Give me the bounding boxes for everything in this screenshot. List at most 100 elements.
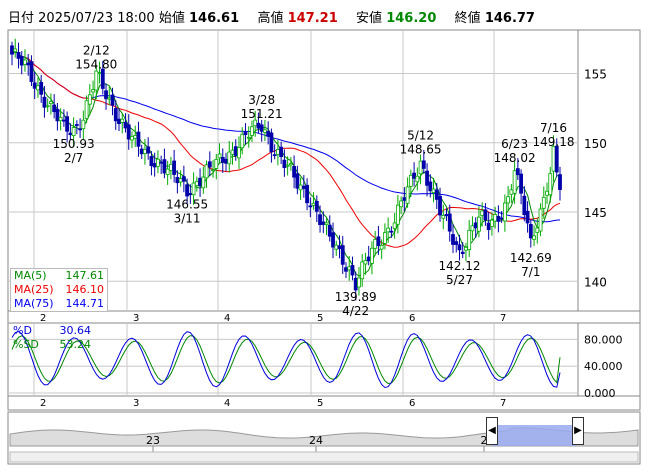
month-tick-label: 2: [40, 313, 46, 324]
candle-body: [165, 168, 170, 175]
stoch-month-tick-label: 3: [133, 398, 139, 409]
candle-body: [269, 132, 274, 153]
candle-body: [81, 119, 86, 130]
candle-body: [305, 184, 309, 204]
ma25-legend-row: MA(25) 146.10: [14, 283, 104, 296]
stoch-tick-label: 0.000: [584, 387, 616, 400]
candle-body: [230, 149, 235, 155]
candle-body: [431, 188, 436, 193]
candle-body: [263, 129, 267, 133]
candle-body: [399, 200, 404, 208]
candle-body: [470, 225, 475, 232]
pct-sd-line: [11, 335, 561, 385]
annotation-date: 2/12: [83, 43, 110, 57]
candle-body: [288, 163, 293, 166]
candle-body: [181, 176, 186, 182]
candle-body: [123, 121, 128, 129]
candle-body: [324, 222, 329, 226]
candle-body: [467, 229, 472, 251]
candle-body: [58, 116, 63, 122]
candle-body: [418, 160, 423, 175]
candle-body: [162, 159, 167, 174]
candle-body: [42, 96, 47, 108]
candle-body: [308, 205, 313, 208]
candle-body: [382, 232, 387, 244]
navigator-right-handle[interactable]: ▶: [572, 417, 584, 445]
stoch-month-tick-label: 4: [224, 398, 230, 409]
candle-body: [373, 239, 378, 249]
candle-body: [120, 118, 125, 123]
candle-body: [126, 124, 131, 140]
navigator-selection: [492, 425, 576, 446]
annotation-value: 142.69: [510, 251, 552, 265]
candle-body: [421, 160, 426, 169]
candle-body: [532, 235, 536, 240]
candle-body: [473, 222, 478, 229]
candle-body: [512, 170, 517, 194]
candle-body: [360, 261, 365, 280]
candle-body: [502, 202, 507, 222]
candle-body: [100, 68, 105, 89]
annotation-date: 3/28: [248, 93, 275, 107]
candle-body: [464, 246, 468, 251]
candle-body: [434, 189, 439, 200]
candle-body: [402, 197, 407, 201]
annotation-date: 5/12: [407, 128, 434, 142]
candle-body: [104, 90, 108, 100]
candle-body: [97, 72, 102, 74]
candle-body: [191, 182, 196, 196]
candle-body: [412, 172, 416, 179]
navigator-scrollbar: [9, 451, 639, 463]
candle-body: [347, 266, 352, 271]
candle-body: [460, 251, 465, 254]
candle-body: [198, 177, 202, 187]
candle-body: [143, 148, 147, 154]
candle-body: [457, 244, 462, 251]
candle-body: [110, 94, 115, 106]
candle-body: [29, 61, 34, 82]
candle-body: [535, 227, 540, 233]
candle-body: [480, 210, 485, 216]
month-axis-frame: [7, 310, 641, 324]
candle-body: [496, 215, 501, 222]
candle-body: [292, 166, 297, 178]
annotation-value: 146.55: [166, 198, 208, 212]
annotation-value: 149.18: [533, 135, 575, 149]
candle-body: [94, 70, 99, 91]
price-tick-label: 140: [584, 275, 607, 289]
price-tick-label: 145: [584, 206, 607, 220]
annotation-layer: 2/12154.80 150.932/7 146.553/11 3/28151.21 1…: [53, 43, 575, 318]
candle-body: [519, 173, 523, 194]
candle-body: [52, 104, 57, 113]
candle-body: [344, 267, 348, 272]
navigator-tick-label: 23: [146, 434, 160, 447]
month-tick-label: 3: [133, 313, 139, 324]
candle-body: [168, 163, 173, 171]
candle-body: [61, 119, 66, 122]
candle-body: [389, 230, 394, 233]
navigator-left-handle[interactable]: ◀: [486, 417, 498, 445]
candle-body: [65, 116, 70, 132]
candle-body: [366, 256, 371, 262]
price-tick-label: 150: [584, 137, 607, 151]
annotation-date: 5/27: [446, 273, 473, 287]
candle-body: [237, 147, 241, 159]
annotation-value: 148.65: [400, 142, 442, 156]
candle-body: [74, 124, 79, 126]
candle-body: [428, 181, 433, 192]
candle-body: [259, 124, 264, 132]
stochastic-layer: 0.000 40.000 80.000: [8, 330, 623, 400]
candle-body: [130, 135, 134, 141]
annotation-date: 6/23: [501, 137, 528, 151]
candle-body: [256, 122, 261, 129]
stoch-month-tick-label: 7: [500, 398, 506, 409]
candle-body: [39, 82, 44, 95]
candle-body: [522, 195, 527, 216]
candle-body: [438, 195, 442, 216]
candle-body: [353, 277, 358, 291]
candle-body: [486, 222, 491, 231]
stoch-month-axis-frame: [7, 395, 641, 411]
annotation-value: 142.12: [438, 259, 480, 273]
candle-body: [337, 245, 342, 249]
ma-legend: MA(5) 147.61 MA(25) 146.10 MA(75) 144.71: [10, 268, 108, 312]
